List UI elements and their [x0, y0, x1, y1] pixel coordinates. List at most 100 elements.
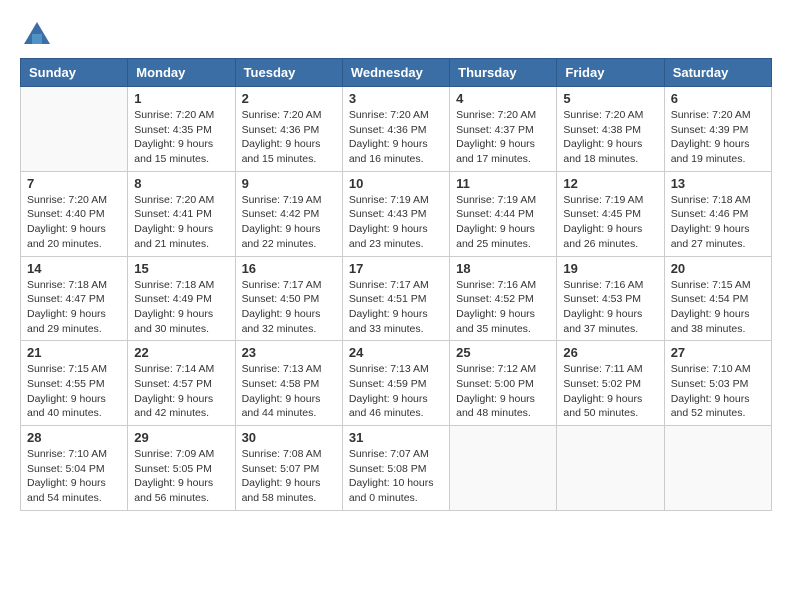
day-info: Sunrise: 7:13 AMSunset: 4:59 PMDaylight:… — [349, 362, 443, 421]
calendar-cell — [557, 426, 664, 511]
calendar-cell: 16Sunrise: 7:17 AMSunset: 4:50 PMDayligh… — [235, 256, 342, 341]
calendar-cell: 15Sunrise: 7:18 AMSunset: 4:49 PMDayligh… — [128, 256, 235, 341]
day-number: 12 — [563, 176, 657, 191]
day-number: 17 — [349, 261, 443, 276]
calendar-cell: 21 Sunrise: 7:15 AMSunset: 4:55 PMDayligh… — [21, 341, 128, 426]
calendar-cell: 30 Sunrise: 7:08 AMSunset: 5:07 PMDayligh… — [235, 426, 342, 511]
calendar-cell: 27 Sunrise: 7:10 AMSunset: 5:03 PMDayligh… — [664, 341, 771, 426]
day-info: Sunrise: 7:17 AMSunset: 4:50 PMDaylight:… — [242, 278, 336, 337]
day-number: 27 — [671, 345, 765, 360]
day-info: Sunrise: 7:20 AMSunset: 4:41 PMDaylight:… — [134, 193, 228, 252]
day-info: Sunrise: 7:20 AMSunset: 4:38 PMDaylight:… — [563, 108, 657, 167]
day-number: 20 — [671, 261, 765, 276]
calendar-cell: 17 Sunrise: 7:17 AMSunset: 4:51 PMDayligh… — [342, 256, 449, 341]
day-info: Sunrise: 7:20 AMSunset: 4:40 PMDaylight:… — [27, 193, 121, 252]
day-number: 13 — [671, 176, 765, 191]
day-number: 8 — [134, 176, 228, 191]
day-info: Sunrise: 7:15 AMSunset: 4:54 PMDaylight:… — [671, 278, 765, 337]
calendar-cell: 26 Sunrise: 7:11 AMSunset: 5:02 PMDayligh… — [557, 341, 664, 426]
calendar-cell: 9Sunrise: 7:19 AMSunset: 4:42 PMDaylight… — [235, 171, 342, 256]
calendar-cell: 1 Sunrise: 7:20 AMSunset: 4:35 PMDaylight… — [128, 87, 235, 172]
day-number: 4 — [456, 91, 550, 106]
calendar-cell — [450, 426, 557, 511]
day-info: Sunrise: 7:20 AMSunset: 4:36 PMDaylight:… — [349, 108, 443, 167]
calendar-cell — [21, 87, 128, 172]
day-number: 10 — [349, 176, 443, 191]
day-info: Sunrise: 7:15 AMSunset: 4:55 PMDaylight:… — [27, 362, 121, 421]
day-info: Sunrise: 7:19 AMSunset: 4:44 PMDaylight:… — [456, 193, 550, 252]
calendar-cell: 18 Sunrise: 7:16 AMSunset: 4:52 PMDayligh… — [450, 256, 557, 341]
day-number: 2 — [242, 91, 336, 106]
day-number: 30 — [242, 430, 336, 445]
day-info: Sunrise: 7:11 AMSunset: 5:02 PMDaylight:… — [563, 362, 657, 421]
calendar-cell: 10 Sunrise: 7:19 AMSunset: 4:43 PMDayligh… — [342, 171, 449, 256]
day-info: Sunrise: 7:19 AMSunset: 4:45 PMDaylight:… — [563, 193, 657, 252]
calendar-cell: 4 Sunrise: 7:20 AMSunset: 4:37 PMDaylight… — [450, 87, 557, 172]
column-header-saturday: Saturday — [664, 59, 771, 87]
calendar-week-row: 1 Sunrise: 7:20 AMSunset: 4:35 PMDaylight… — [21, 87, 772, 172]
calendar-cell: 25 Sunrise: 7:12 AMSunset: 5:00 PMDayligh… — [450, 341, 557, 426]
day-info: Sunrise: 7:10 AMSunset: 5:03 PMDaylight:… — [671, 362, 765, 421]
calendar-week-row: 28 Sunrise: 7:10 AMSunset: 5:04 PMDayligh… — [21, 426, 772, 511]
calendar-cell: 12 Sunrise: 7:19 AMSunset: 4:45 PMDayligh… — [557, 171, 664, 256]
calendar-cell: 29 Sunrise: 7:09 AMSunset: 5:05 PMDayligh… — [128, 426, 235, 511]
calendar-cell: 28 Sunrise: 7:10 AMSunset: 5:04 PMDayligh… — [21, 426, 128, 511]
day-info: Sunrise: 7:19 AMSunset: 4:43 PMDaylight:… — [349, 193, 443, 252]
calendar-cell: 14 Sunrise: 7:18 AMSunset: 4:47 PMDayligh… — [21, 256, 128, 341]
calendar-cell: 23Sunrise: 7:13 AMSunset: 4:58 PMDayligh… — [235, 341, 342, 426]
day-number: 14 — [27, 261, 121, 276]
day-number: 9 — [242, 176, 336, 191]
calendar-cell: 2 Sunrise: 7:20 AMSunset: 4:36 PMDaylight… — [235, 87, 342, 172]
calendar-cell: 7 Sunrise: 7:20 AMSunset: 4:40 PMDaylight… — [21, 171, 128, 256]
day-info: Sunrise: 7:12 AMSunset: 5:00 PMDaylight:… — [456, 362, 550, 421]
day-number: 23 — [242, 345, 336, 360]
calendar-header-row: SundayMondayTuesdayWednesdayThursdayFrid… — [21, 59, 772, 87]
day-number: 1 — [134, 91, 228, 106]
logo-icon — [22, 20, 52, 48]
calendar-cell: 19Sunrise: 7:16 AMSunset: 4:53 PMDayligh… — [557, 256, 664, 341]
day-info: Sunrise: 7:14 AMSunset: 4:57 PMDaylight:… — [134, 362, 228, 421]
day-number: 24 — [349, 345, 443, 360]
calendar-cell: 6 Sunrise: 7:20 AMSunset: 4:39 PMDaylight… — [664, 87, 771, 172]
day-info: Sunrise: 7:08 AMSunset: 5:07 PMDaylight:… — [242, 447, 336, 506]
calendar-week-row: 7 Sunrise: 7:20 AMSunset: 4:40 PMDaylight… — [21, 171, 772, 256]
column-header-sunday: Sunday — [21, 59, 128, 87]
day-info: Sunrise: 7:09 AMSunset: 5:05 PMDaylight:… — [134, 447, 228, 506]
day-number: 19 — [563, 261, 657, 276]
day-number: 28 — [27, 430, 121, 445]
column-header-thursday: Thursday — [450, 59, 557, 87]
day-info: Sunrise: 7:17 AMSunset: 4:51 PMDaylight:… — [349, 278, 443, 337]
day-number: 25 — [456, 345, 550, 360]
column-header-friday: Friday — [557, 59, 664, 87]
calendar-cell: 8 Sunrise: 7:20 AMSunset: 4:41 PMDaylight… — [128, 171, 235, 256]
day-number: 26 — [563, 345, 657, 360]
column-header-tuesday: Tuesday — [235, 59, 342, 87]
column-header-wednesday: Wednesday — [342, 59, 449, 87]
day-info: Sunrise: 7:18 AMSunset: 4:47 PMDaylight:… — [27, 278, 121, 337]
day-info: Sunrise: 7:20 AMSunset: 4:35 PMDaylight:… — [134, 108, 228, 167]
day-info: Sunrise: 7:20 AMSunset: 4:39 PMDaylight:… — [671, 108, 765, 167]
calendar-cell: 13 Sunrise: 7:18 AMSunset: 4:46 PMDayligh… — [664, 171, 771, 256]
day-info: Sunrise: 7:20 AMSunset: 4:36 PMDaylight:… — [242, 108, 336, 167]
day-number: 21 — [27, 345, 121, 360]
day-number: 22 — [134, 345, 228, 360]
day-number: 18 — [456, 261, 550, 276]
logo — [20, 20, 54, 42]
day-number: 3 — [349, 91, 443, 106]
day-number: 6 — [671, 91, 765, 106]
day-number: 7 — [27, 176, 121, 191]
day-info: Sunrise: 7:18 AMSunset: 4:46 PMDaylight:… — [671, 193, 765, 252]
day-info: Sunrise: 7:07 AMSunset: 5:08 PMDaylight:… — [349, 447, 443, 506]
day-info: Sunrise: 7:16 AMSunset: 4:52 PMDaylight:… — [456, 278, 550, 337]
calendar-cell: 3 Sunrise: 7:20 AMSunset: 4:36 PMDaylight… — [342, 87, 449, 172]
calendar-cell: 20 Sunrise: 7:15 AMSunset: 4:54 PMDayligh… — [664, 256, 771, 341]
day-number: 29 — [134, 430, 228, 445]
calendar-week-row: 14 Sunrise: 7:18 AMSunset: 4:47 PMDayligh… — [21, 256, 772, 341]
day-info: Sunrise: 7:10 AMSunset: 5:04 PMDaylight:… — [27, 447, 121, 506]
page-header — [20, 20, 772, 42]
day-info: Sunrise: 7:20 AMSunset: 4:37 PMDaylight:… — [456, 108, 550, 167]
day-number: 11 — [456, 176, 550, 191]
calendar-cell: 24 Sunrise: 7:13 AMSunset: 4:59 PMDayligh… — [342, 341, 449, 426]
day-number: 5 — [563, 91, 657, 106]
day-number: 15 — [134, 261, 228, 276]
